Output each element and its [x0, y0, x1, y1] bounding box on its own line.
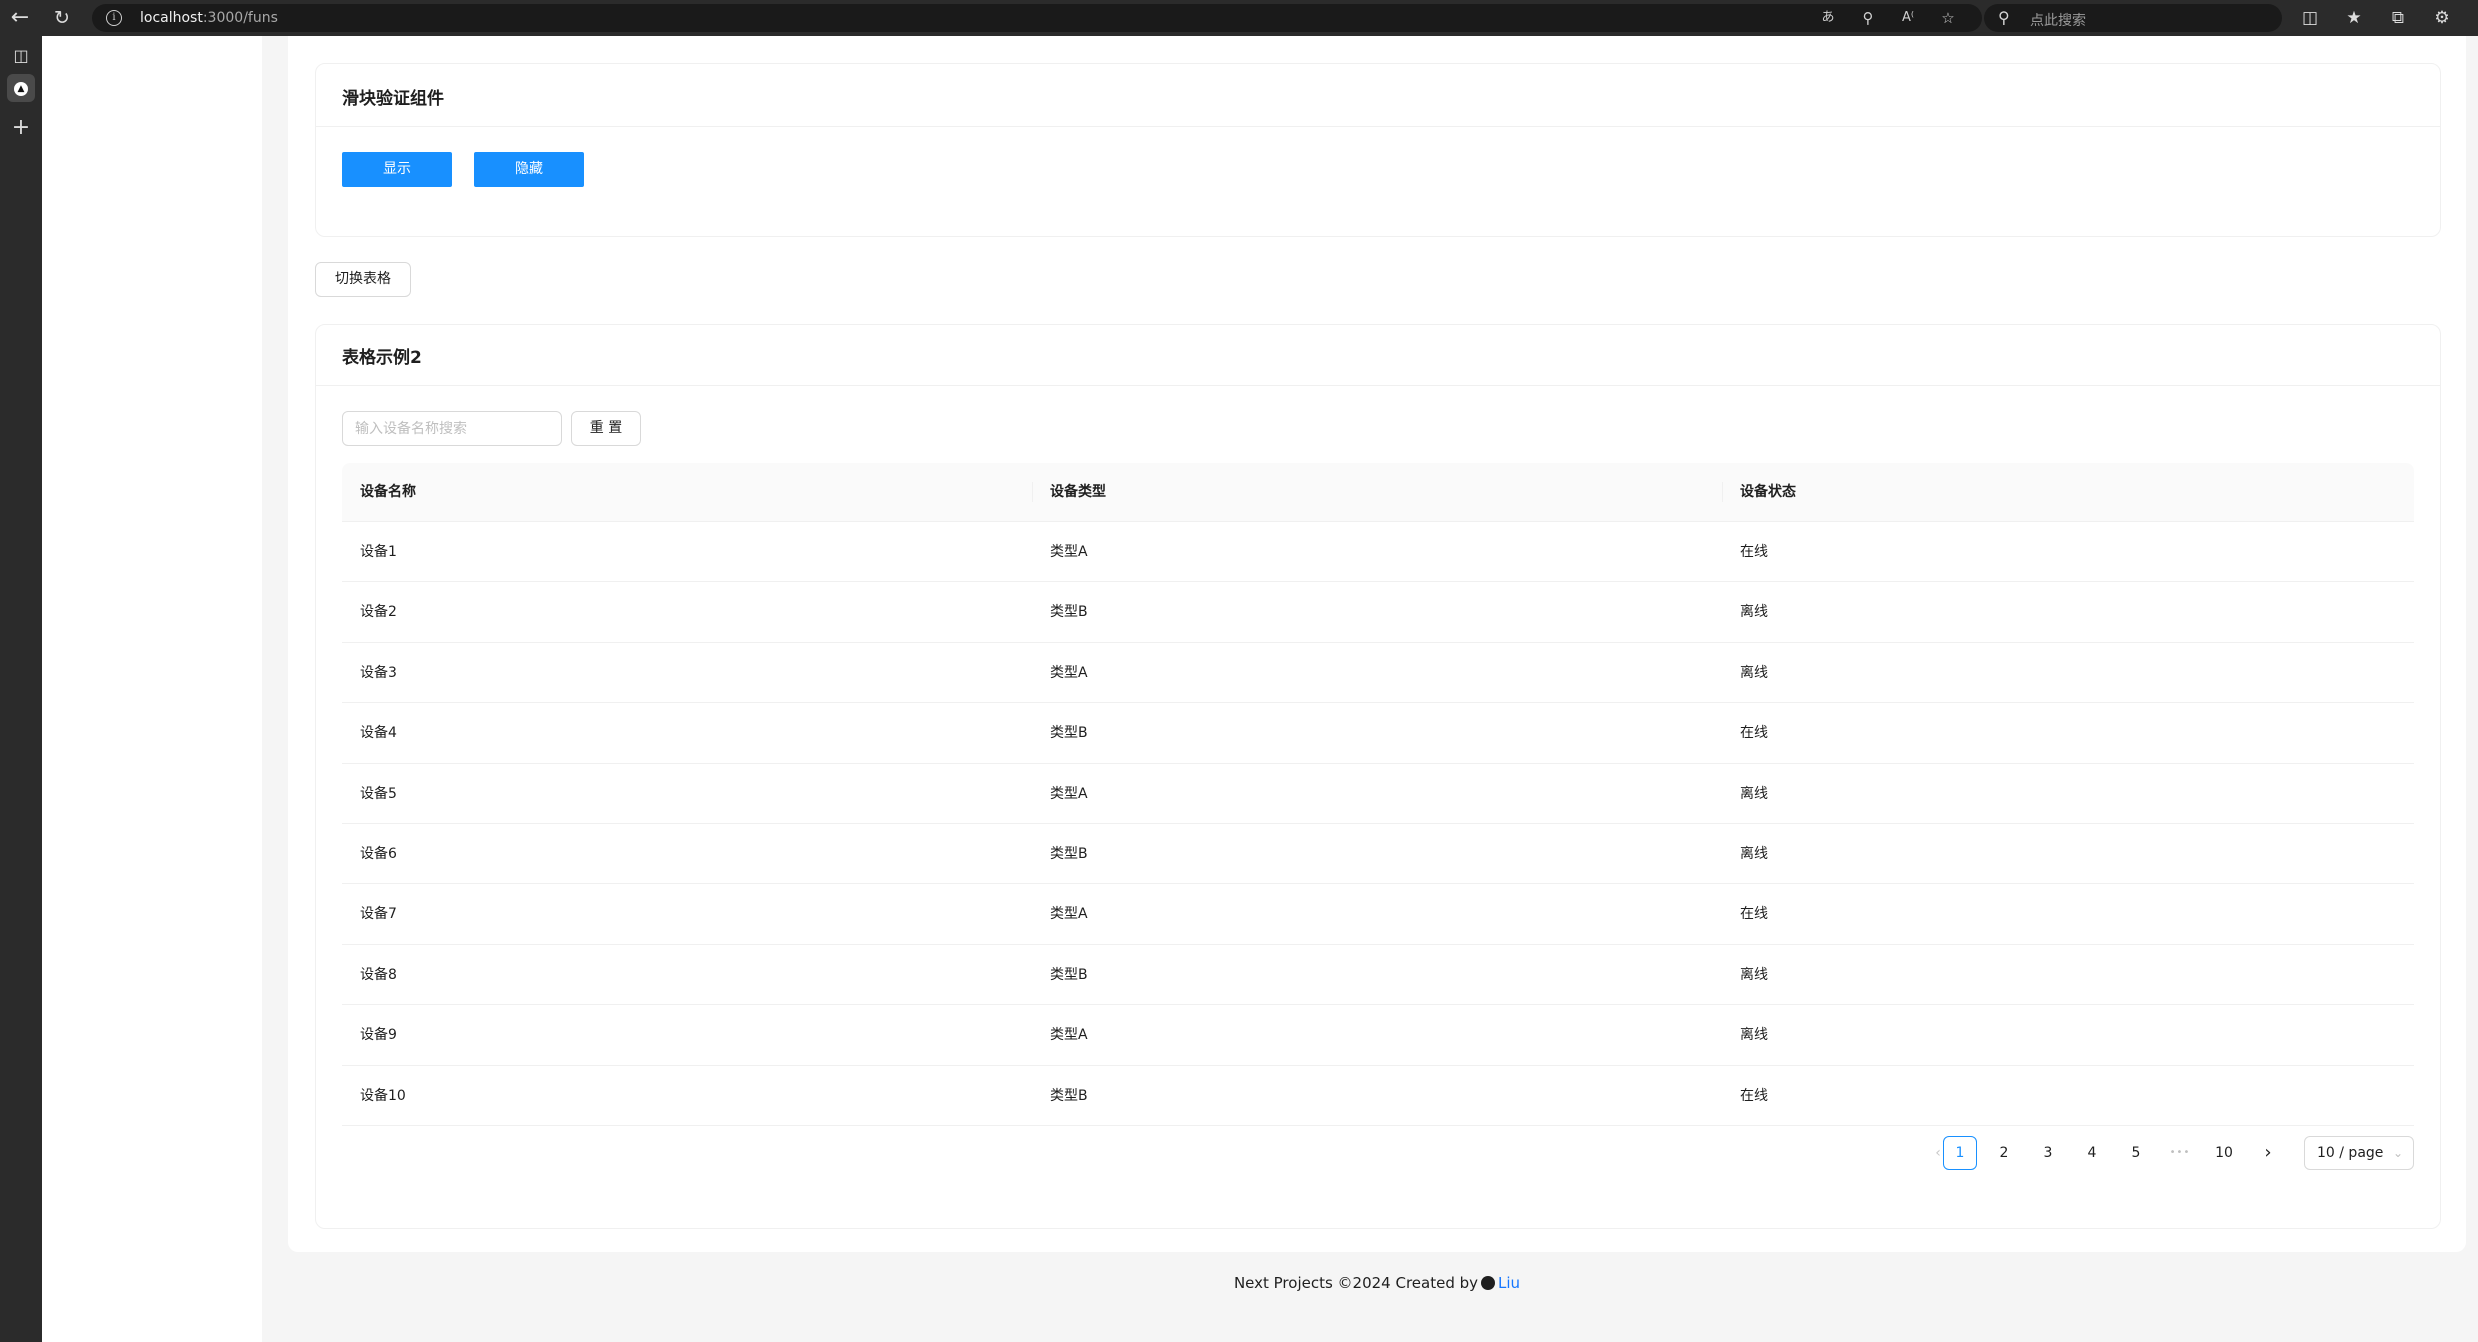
cell-device-type: 类型B [1050, 604, 1088, 621]
device-table: 设备名称 设备类型 设备状态 设备1 类型A 在线 设备2 类型B 离线 设备3 类型A 离线设… [342, 463, 2414, 1126]
cell-device-status: 离线 [1740, 966, 1768, 983]
cell-device-type: 类型A [1050, 906, 1088, 923]
cell-device-type: 类型B [1050, 1087, 1088, 1104]
split-screen-icon[interactable]: ◫ [2298, 6, 2322, 30]
footer-text: Next Projects ©2024 Created by [1233, 1274, 1479, 1292]
card-title: 表格示例2 [342, 348, 422, 368]
zoom-icon[interactable]: ⚲ [1856, 8, 1880, 28]
browser-search-box[interactable]: ⚲ 点此搜索 [1984, 4, 2282, 32]
search-icon: ⚲ [1998, 8, 2010, 27]
card-divider [316, 126, 2440, 127]
table-row: 设备2 类型B 离线 [342, 582, 2414, 643]
site-info-icon[interactable]: i [106, 10, 122, 26]
cell-device-type: 类型B [1050, 966, 1088, 983]
page-1[interactable]: 1 [1943, 1136, 1977, 1170]
app-sidebar [42, 36, 262, 1342]
cell-device-name: 设备1 [360, 544, 397, 560]
cell-device-name: 设备4 [360, 725, 397, 742]
table-row: 设备7 类型A 在线 [342, 884, 2414, 945]
main-content: 滑块验证组件 显示 隐藏 切换表格 表格示例2 重 置 设备名称 设备类型 设备… [288, 36, 2466, 1252]
table-row: 设备9 类型A 离线 [342, 1005, 2414, 1066]
refresh-icon[interactable]: ↻ [48, 4, 76, 32]
cell-device-status: 离线 [1740, 664, 1768, 681]
read-aloud-icon[interactable]: A⁽ [1896, 8, 1920, 28]
page-3[interactable]: 3 [2031, 1136, 2065, 1170]
column-header-status[interactable]: 设备状态 [1740, 463, 1796, 521]
browser-toolbar: ← ↻ i localhost:3000/funs あ ⚲ A⁽ ☆ ⚲ 点此搜… [0, 0, 2478, 36]
next-page-icon[interactable]: › [2251, 1136, 2285, 1170]
page-size-select[interactable]: 10 / page ⌄ [2304, 1136, 2414, 1170]
show-button[interactable]: 显示 [342, 152, 452, 187]
cell-device-status: 在线 [1740, 906, 1768, 923]
device-search-input[interactable] [342, 411, 562, 446]
url-text[interactable]: localhost:3000/funs [140, 10, 278, 26]
app-icon[interactable]: ▲ [7, 74, 35, 102]
cell-device-status: 离线 [1740, 604, 1768, 621]
favorites-icon[interactable]: ★ [2342, 6, 2366, 30]
extensions-icon[interactable]: ⚙ [2430, 6, 2454, 30]
column-header-type[interactable]: 设备类型 [1050, 463, 1106, 521]
author-link[interactable]: Liu [1498, 1274, 1520, 1292]
browser-search-placeholder: 点此搜索 [2030, 13, 2086, 29]
browser-sidebar: ◫ ▲ + [0, 36, 42, 1342]
table-row: 设备1 类型A 在线 [342, 522, 2414, 583]
table-card: 表格示例2 重 置 设备名称 设备类型 设备状态 设备1类型A在线设备2类型B离… [315, 324, 2441, 1229]
cell-device-name: 设备10 [360, 1087, 406, 1104]
table-row: 设备6 类型B 离线 [342, 824, 2414, 885]
add-icon[interactable]: + [7, 114, 35, 142]
reset-button[interactable]: 重 置 [571, 411, 641, 446]
cell-device-type: 类型B [1050, 845, 1088, 862]
cell-device-name: 设备6 [360, 845, 397, 862]
cell-device-status: 在线 [1740, 1087, 1768, 1104]
hide-button[interactable]: 隐藏 [474, 152, 584, 187]
table-row: 设备4 类型B 在线 [342, 703, 2414, 764]
cell-device-name: 设备7 [360, 906, 397, 923]
slider-verify-card: 滑块验证组件 显示 隐藏 [315, 63, 2441, 237]
column-separator [1722, 482, 1723, 502]
cell-device-status: 离线 [1740, 1027, 1768, 1044]
cell-device-name: 设备2 [360, 604, 397, 621]
card-divider [316, 385, 2440, 386]
table-header: 设备名称 设备类型 设备状态 [342, 463, 2414, 522]
table-body: 设备1 类型A 在线 设备2 类型B 离线 设备3 类型A 离线 设备4 类型B 在线 设备5 类型A 离线… [342, 522, 2414, 1126]
card-title: 滑块验证组件 [342, 89, 444, 109]
github-icon [1481, 1276, 1496, 1290]
cell-device-type: 类型B [1050, 725, 1088, 742]
column-separator [1032, 482, 1033, 502]
cell-device-name: 设备5 [360, 785, 397, 802]
address-bar[interactable]: i localhost:3000/funs あ ⚲ A⁽ ☆ [92, 4, 1982, 32]
table-row: 设备8 类型B 离线 [342, 945, 2414, 1006]
page-4[interactable]: 4 [2075, 1136, 2109, 1170]
cell-device-status: 在线 [1740, 544, 1768, 560]
cell-device-type: 类型A [1050, 785, 1088, 802]
cell-device-status: 在线 [1740, 725, 1768, 742]
chevron-down-icon: ⌄ [2392, 1146, 2403, 1160]
cell-device-status: 离线 [1740, 785, 1768, 802]
cell-device-name: 设备9 [360, 1027, 397, 1044]
page-ellipsis[interactable]: ••• [2163, 1136, 2197, 1170]
cell-device-name: 设备8 [360, 966, 397, 983]
cell-device-type: 类型A [1050, 544, 1088, 560]
collections-icon[interactable]: ⧉ [2386, 6, 2410, 30]
table-row: 设备3 类型A 离线 [342, 643, 2414, 704]
page-size-value: 10 / page [2317, 1145, 2384, 1161]
footer: Next Projects ©2024 Created by Liu [288, 1274, 2466, 1292]
page-10[interactable]: 10 [2207, 1136, 2241, 1170]
cell-device-status: 离线 [1740, 845, 1768, 862]
page-5[interactable]: 5 [2119, 1136, 2153, 1170]
back-icon[interactable]: ← [6, 4, 34, 32]
translate-icon[interactable]: あ [1816, 8, 1840, 28]
cell-device-type: 类型A [1050, 1027, 1088, 1044]
favorite-star-icon[interactable]: ☆ [1936, 8, 1960, 28]
page-2[interactable]: 2 [1987, 1136, 2021, 1170]
tab-actions-icon[interactable]: ◫ [7, 42, 35, 70]
table-row: 设备10 类型B 在线 [342, 1066, 2414, 1126]
column-header-name[interactable]: 设备名称 [360, 463, 416, 521]
cell-device-name: 设备3 [360, 664, 397, 681]
toggle-table-button[interactable]: 切换表格 [315, 262, 411, 297]
table-row: 设备5 类型A 离线 [342, 764, 2414, 824]
cell-device-type: 类型A [1050, 664, 1088, 681]
page-viewport: 滑块验证组件 显示 隐藏 切换表格 表格示例2 重 置 设备名称 设备类型 设备… [42, 36, 2478, 1342]
